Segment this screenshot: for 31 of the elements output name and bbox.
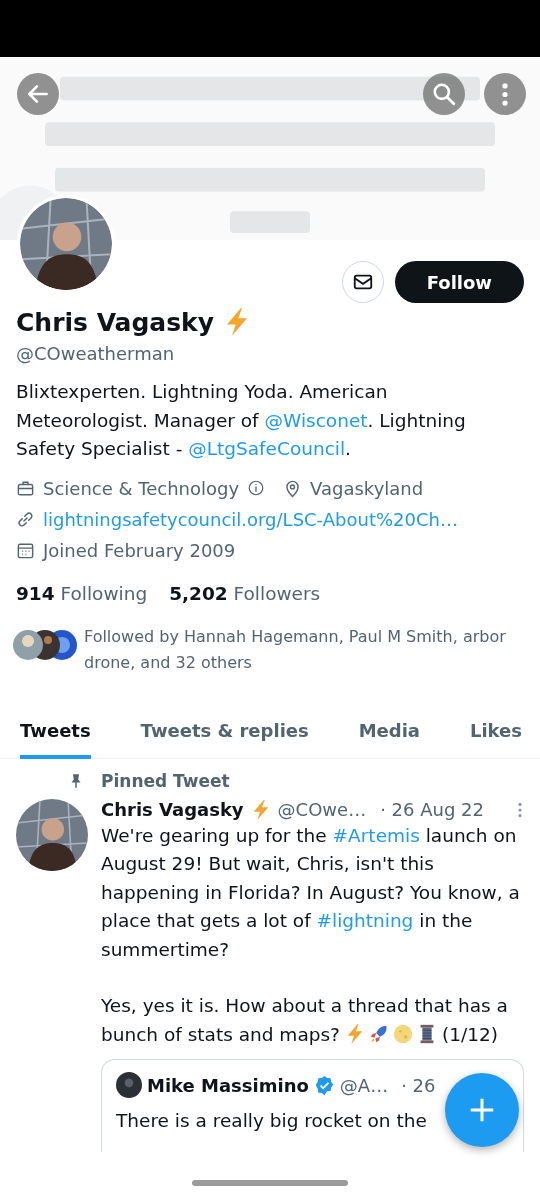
tweet-text: Yes, yes it is. How about a thread that has a bunch of stats and maps? (1/12): [101, 994, 509, 1047]
stat-link[interactable]: 5,202 Followers: [169, 582, 321, 604]
author-handle: @A…: [339, 1074, 389, 1096]
profile-tab[interactable]: Tweets & replies: [140, 709, 309, 759]
briefcase-icon: [16, 478, 35, 498]
category-label: Science & Technology: [43, 477, 240, 499]
location-label: Vagaskyland: [310, 477, 424, 499]
profile-handle: @COweatherman: [16, 343, 176, 364]
follow-button[interactable]: Follow: [394, 261, 524, 303]
profile-tab[interactable]: Tweets: [20, 709, 91, 759]
profile-name: Chris Vagasky: [16, 307, 215, 337]
link-icon: [16, 509, 35, 529]
followed-by-text[interactable]: Followed by Hannah Hagemann, Paul M Smith, arbor drone, and 32 others: [84, 623, 524, 676]
stat-link[interactable]: 914 Following: [16, 582, 148, 604]
tweet-date: · 26 Aug 22: [380, 799, 484, 820]
moon-icon: [391, 1022, 414, 1045]
tweet-date: · 26: [401, 1074, 436, 1096]
author-name: Chris Vagasky: [101, 799, 244, 820]
compose-button[interactable]: [445, 1073, 519, 1147]
joined-label: Joined February 2009: [43, 539, 236, 561]
profile-tab[interactable]: Likes: [469, 709, 522, 759]
info-icon[interactable]: [247, 479, 266, 497]
author-handle: @COwe…: [277, 799, 367, 820]
author-name: Mike Massimino: [147, 1074, 309, 1096]
tweet-text: We're gearing up for the #Artemis launch on August 29! But wait, Chris, isn't this happening in Florida? In August? You know, a place that gets a lot of #lightning in the summertime?: [101, 823, 521, 962]
quoted-text: There is a really big rocket on the: [116, 1110, 428, 1131]
pinned-label: Pinned Tweet: [101, 770, 230, 791]
message-button[interactable]: [341, 261, 384, 303]
profile-tab[interactable]: Media: [358, 709, 420, 759]
calendar-icon: [16, 540, 35, 560]
bio-text: Blixtexperten. Lightning Yoda. American Meteorologist. Manager of @Wisconet. Lightning Safety Specialist - @LtgSafeCouncil.: [16, 380, 467, 461]
